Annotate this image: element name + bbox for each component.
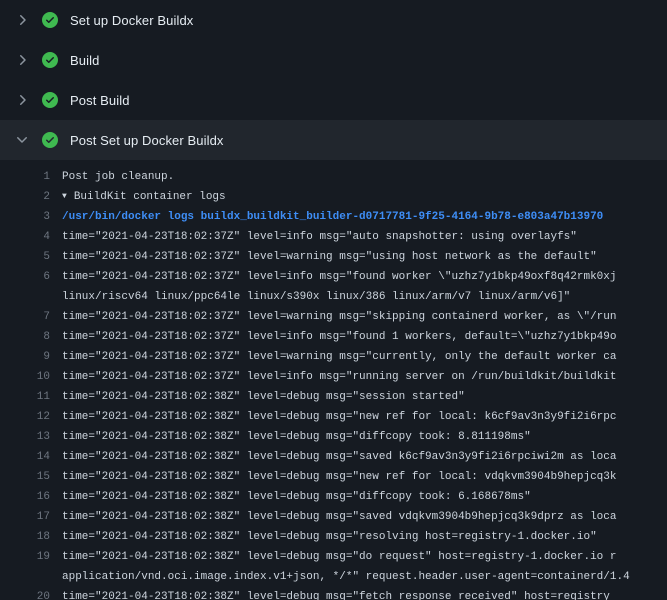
log-line: 10 time="2021-04-23T18:02:37Z" level=info… [0, 367, 667, 387]
log-text: time="2021-04-23T18:02:38Z" level=debug … [62, 387, 667, 407]
chevron-right-icon [14, 52, 30, 68]
line-number [0, 567, 50, 587]
check-circle-icon [42, 12, 58, 28]
step-header[interactable]: Set up Docker Buildx [0, 0, 667, 40]
step-label: Post Build [70, 93, 130, 108]
log-line: 17 time="2021-04-23T18:02:38Z" level=debu… [0, 507, 667, 527]
log-text: time="2021-04-23T18:02:38Z" level=debug … [62, 587, 667, 600]
log-line: application/vnd.oci.image.index.v1+json,… [0, 567, 667, 587]
line-number[interactable]: 15 [0, 467, 50, 487]
log-text: time="2021-04-23T18:02:38Z" level=debug … [62, 547, 667, 567]
log-line[interactable]: 2 ▼BuildKit container logs [0, 187, 667, 207]
line-number[interactable]: 13 [0, 427, 50, 447]
line-number[interactable]: 18 [0, 527, 50, 547]
log-text: time="2021-04-23T18:02:37Z" level=info m… [62, 327, 667, 347]
log-viewer: 1 Post job cleanup. 2 ▼BuildKit container l… [0, 160, 667, 600]
check-circle-icon [42, 52, 58, 68]
log-line: 9 time="2021-04-23T18:02:37Z" level=warni… [0, 347, 667, 367]
log-line: 12 time="2021-04-23T18:02:38Z" level=debu… [0, 407, 667, 427]
step-label: Set up Docker Buildx [70, 13, 193, 28]
log-text: time="2021-04-23T18:02:37Z" level=warnin… [62, 247, 667, 267]
log-line: 3/usr/bin/docker logs buildx_buildkit_bu… [0, 207, 667, 227]
log-line: 5 time="2021-04-23T18:02:37Z" level=warni… [0, 247, 667, 267]
step-header[interactable]: Post Build [0, 80, 667, 120]
log-line: 20 time="2021-04-23T18:02:38Z" level=debu… [0, 587, 667, 600]
step-header[interactable]: Build [0, 40, 667, 80]
log-line: 8 time="2021-04-23T18:02:37Z" level=info … [0, 327, 667, 347]
log-line: 6 time="2021-04-23T18:02:37Z" level=info … [0, 267, 667, 287]
log-text: time="2021-04-23T18:02:38Z" level=debug … [62, 447, 667, 467]
line-number[interactable]: 7 [0, 307, 50, 327]
chevron-right-icon [14, 92, 30, 108]
step-label: Build [70, 53, 99, 68]
log-text: time="2021-04-23T18:02:38Z" level=debug … [62, 427, 667, 447]
step-header[interactable]: Post Set up Docker Buildx [0, 120, 667, 160]
group-collapse-icon[interactable]: ▼ [62, 187, 67, 207]
line-number[interactable]: 12 [0, 407, 50, 427]
check-circle-icon [42, 92, 58, 108]
log-text: linux/riscv64 linux/ppc64le linux/s390x … [62, 287, 667, 307]
line-number[interactable]: 16 [0, 487, 50, 507]
log-text: Post job cleanup. [62, 167, 667, 187]
log-line: linux/riscv64 linux/ppc64le linux/s390x … [0, 287, 667, 307]
line-number[interactable]: 5 [0, 247, 50, 267]
line-number[interactable]: 14 [0, 447, 50, 467]
line-number[interactable]: 20 [0, 587, 50, 600]
log-line: 13 time="2021-04-23T18:02:38Z" level=debu… [0, 427, 667, 447]
log-line: 7 time="2021-04-23T18:02:37Z" level=warni… [0, 307, 667, 327]
log-line: 11 time="2021-04-23T18:02:38Z" level=debu… [0, 387, 667, 407]
log-line: 18 time="2021-04-23T18:02:38Z" level=debu… [0, 527, 667, 547]
log-line: 1 Post job cleanup. [0, 167, 667, 187]
log-line: 19 time="2021-04-23T18:02:38Z" level=debu… [0, 547, 667, 567]
steps-list: Set up Docker Buildx Build Post Build Post … [0, 0, 667, 160]
line-number[interactable]: 1 [0, 167, 50, 187]
line-number [0, 287, 50, 307]
line-number[interactable]: 17 [0, 507, 50, 527]
log-text: time="2021-04-23T18:02:37Z" level=info m… [62, 227, 667, 247]
check-circle-icon [42, 132, 58, 148]
log-line: 4 time="2021-04-23T18:02:37Z" level=info … [0, 227, 667, 247]
line-number[interactable]: 19 [0, 547, 50, 567]
line-number[interactable]: 4 [0, 227, 50, 247]
step-label: Post Set up Docker Buildx [70, 133, 224, 148]
log-text: time="2021-04-23T18:02:37Z" level=warnin… [62, 347, 667, 367]
log-line: 15 time="2021-04-23T18:02:38Z" level=debu… [0, 467, 667, 487]
log-text: time="2021-04-23T18:02:37Z" level=info m… [62, 267, 667, 287]
log-text: time="2021-04-23T18:02:38Z" level=debug … [62, 467, 667, 487]
line-number[interactable]: 3 [0, 207, 50, 227]
chevron-right-icon [14, 12, 30, 28]
log-text: time="2021-04-23T18:02:38Z" level=debug … [62, 487, 667, 507]
log-text: application/vnd.oci.image.index.v1+json,… [62, 567, 667, 587]
log-text: time="2021-04-23T18:02:38Z" level=debug … [62, 507, 667, 527]
log-text: ▼BuildKit container logs [62, 187, 667, 207]
log-text: time="2021-04-23T18:02:37Z" level=info m… [62, 367, 667, 387]
line-number[interactable]: 2 [0, 187, 50, 207]
log-line: 16 time="2021-04-23T18:02:38Z" level=debu… [0, 487, 667, 507]
log-text: time="2021-04-23T18:02:38Z" level=debug … [62, 527, 667, 547]
line-number[interactable]: 6 [0, 267, 50, 287]
line-number[interactable]: 9 [0, 347, 50, 367]
log-line: 14 time="2021-04-23T18:02:38Z" level=debu… [0, 447, 667, 467]
log-command-text: /usr/bin/docker logs buildx_buildkit_bui… [62, 207, 667, 227]
line-number[interactable]: 8 [0, 327, 50, 347]
log-text: time="2021-04-23T18:02:37Z" level=warnin… [62, 307, 667, 327]
line-number[interactable]: 10 [0, 367, 50, 387]
log-text: time="2021-04-23T18:02:38Z" level=debug … [62, 407, 667, 427]
line-number[interactable]: 11 [0, 387, 50, 407]
chevron-down-icon [14, 132, 30, 148]
